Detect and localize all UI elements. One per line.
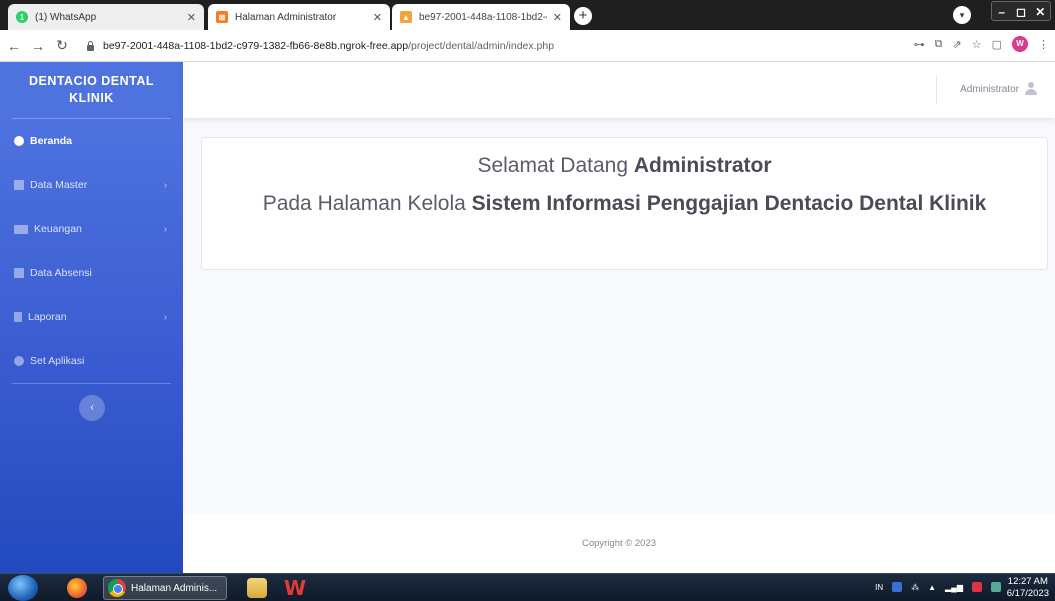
- dashboard-icon: [14, 136, 24, 146]
- url-path: /project/dental/admin/index.php: [408, 40, 555, 52]
- sidebar-item-data-master[interactable]: Data Master ›: [0, 163, 183, 207]
- address-bar: ← → ↻ be97-2001-448a-1108-1bd2-c979-1382…: [0, 30, 1055, 62]
- welcome-heading: Selamat Datang Administrator: [202, 154, 1047, 178]
- tray-app-icon[interactable]: [892, 582, 903, 592]
- firefox-icon[interactable]: [67, 578, 87, 598]
- welcome-user: Administrator: [633, 154, 772, 177]
- sidebar-toggle-button[interactable]: ‹: [79, 395, 105, 421]
- tab-label: (1) WhatsApp: [35, 11, 97, 23]
- lock-icon[interactable]: [86, 41, 95, 51]
- sidebar-item-label: Laporan: [28, 311, 67, 323]
- file-icon: [14, 312, 22, 322]
- network-icon[interactable]: ⁂: [911, 583, 919, 592]
- close-window-button[interactable]: ✕: [1031, 2, 1050, 22]
- side-panel-icon[interactable]: ▢: [992, 38, 1002, 51]
- chevron-right-icon: ›: [163, 223, 167, 235]
- url-host: be97-2001-448a-1108-1bd2-c979-1382-fb66-…: [103, 40, 409, 52]
- sidebar-brand[interactable]: DENTACIO DENTAL KLINIK: [0, 62, 183, 118]
- system-name: Sistem Informasi Penggajian Dentacio Den…: [471, 192, 987, 215]
- close-icon[interactable]: ✕: [553, 11, 562, 24]
- user-icon[interactable]: [1025, 82, 1037, 95]
- browser-tab-strip: 1 (1) WhatsApp ✕ ⊠ Halaman Administrator…: [0, 0, 1055, 30]
- flag-icon[interactable]: [991, 582, 1001, 592]
- window-controls: – ◻ ✕: [991, 1, 1051, 21]
- welcome-prefix: Selamat Datang: [477, 154, 629, 177]
- chevron-right-icon: ›: [163, 311, 167, 323]
- file-explorer-icon[interactable]: [247, 578, 267, 598]
- clock-time: 12:27 AM: [1007, 576, 1048, 587]
- show-hidden-icon[interactable]: ▲: [928, 583, 936, 592]
- close-icon[interactable]: ✕: [373, 11, 382, 24]
- sidebar-item-label: Data Absensi: [30, 267, 92, 279]
- welcome-card: Selamat Datang Administrator Pada Halama…: [201, 137, 1048, 270]
- star-icon[interactable]: ☆: [972, 38, 982, 51]
- translate-icon[interactable]: ⧉: [935, 38, 943, 51]
- tab-whatsapp[interactable]: 1 (1) WhatsApp ✕: [8, 4, 204, 30]
- wps-office-icon[interactable]: W: [284, 578, 306, 598]
- tab-label: Halaman Administrator: [235, 11, 337, 23]
- signal-icon[interactable]: ▂▄▆: [945, 583, 963, 592]
- sidebar-divider: [12, 383, 171, 384]
- sidebar-item-beranda[interactable]: Beranda: [0, 119, 183, 163]
- reload-button[interactable]: ↻: [52, 37, 72, 54]
- database-icon: [14, 180, 24, 190]
- share-icon[interactable]: ⇗: [953, 38, 962, 51]
- topbar-divider: [936, 76, 937, 104]
- tray-app-icon[interactable]: [972, 582, 982, 592]
- money-icon: [14, 224, 28, 234]
- sidebar-item-label: Set Aplikasi: [30, 355, 85, 367]
- new-tab-button[interactable]: +: [574, 7, 592, 25]
- sidebar-item-label: Keuangan: [34, 223, 82, 235]
- forward-button[interactable]: →: [28, 38, 48, 54]
- user-name[interactable]: Administrator: [960, 84, 1019, 95]
- url-field[interactable]: be97-2001-448a-1108-1bd2-c979-1382-fb66-…: [86, 35, 876, 57]
- taskbar-chrome-window[interactable]: Halaman Adminis...: [103, 576, 227, 600]
- xampp-icon: ⊠: [216, 11, 228, 23]
- topbar: Administrator: [183, 62, 1055, 118]
- welcome-subheading: Pada Halaman Kelola Sistem Informasi Pen…: [232, 190, 1017, 217]
- minimize-button[interactable]: –: [992, 2, 1011, 22]
- address-bar-actions: ⊶ ⧉ ⇗ ☆ ▢ W ⋮: [914, 36, 1049, 52]
- tab-label: be97-2001-448a-1108-1bd2-c97: [419, 11, 547, 23]
- back-button[interactable]: ←: [4, 38, 24, 54]
- sidebar-item-data-absensi[interactable]: Data Absensi: [0, 251, 183, 295]
- sidebar-item-label: Beranda: [30, 135, 73, 147]
- tab-search-button[interactable]: ▾: [953, 6, 971, 24]
- ngrok-icon: ▲: [400, 11, 412, 23]
- key-icon[interactable]: ⊶: [914, 38, 925, 51]
- language-indicator[interactable]: IN: [875, 583, 883, 592]
- taskbar: Halaman Adminis... W IN ⁂ ▲ ▂▄▆ 12:27 AM…: [0, 573, 1055, 601]
- system-clock[interactable]: 12:27 AM 6/17/2023: [1007, 576, 1049, 600]
- sidebar: DENTACIO DENTAL KLINIK Beranda Data Mast…: [0, 62, 183, 573]
- start-button[interactable]: [8, 575, 38, 601]
- chevron-right-icon: ›: [163, 179, 167, 191]
- whatsapp-icon: 1: [16, 11, 28, 23]
- chrome-icon: [108, 579, 126, 597]
- subheading-prefix: Pada Halaman Kelola: [262, 192, 466, 215]
- close-icon[interactable]: ✕: [187, 11, 196, 24]
- taskbar-window-label: Halaman Adminis...: [131, 582, 218, 594]
- sidebar-item-set-aplikasi[interactable]: Set Aplikasi: [0, 339, 183, 383]
- tab-halaman-administrator[interactable]: ⊠ Halaman Administrator ✕: [208, 4, 390, 30]
- calendar-icon: [14, 268, 24, 278]
- sidebar-item-laporan[interactable]: Laporan ›: [0, 295, 183, 339]
- copyright-text: Copyright © 2023: [581, 538, 657, 549]
- maximize-button[interactable]: ◻: [1011, 2, 1030, 22]
- menu-icon[interactable]: ⋮: [1038, 38, 1049, 51]
- footer: Copyright © 2023: [183, 514, 1055, 573]
- sidebar-item-label: Data Master: [30, 179, 88, 191]
- sidebar-item-keuangan[interactable]: Keuangan ›: [0, 207, 183, 251]
- clock-date: 6/17/2023: [1006, 588, 1049, 599]
- profile-avatar[interactable]: W: [1012, 36, 1028, 52]
- system-tray: IN ⁂ ▲ ▂▄▆: [875, 582, 1001, 592]
- tab-ngrok[interactable]: ▲ be97-2001-448a-1108-1bd2-c97 ✕: [392, 4, 570, 30]
- gear-icon: [14, 356, 24, 366]
